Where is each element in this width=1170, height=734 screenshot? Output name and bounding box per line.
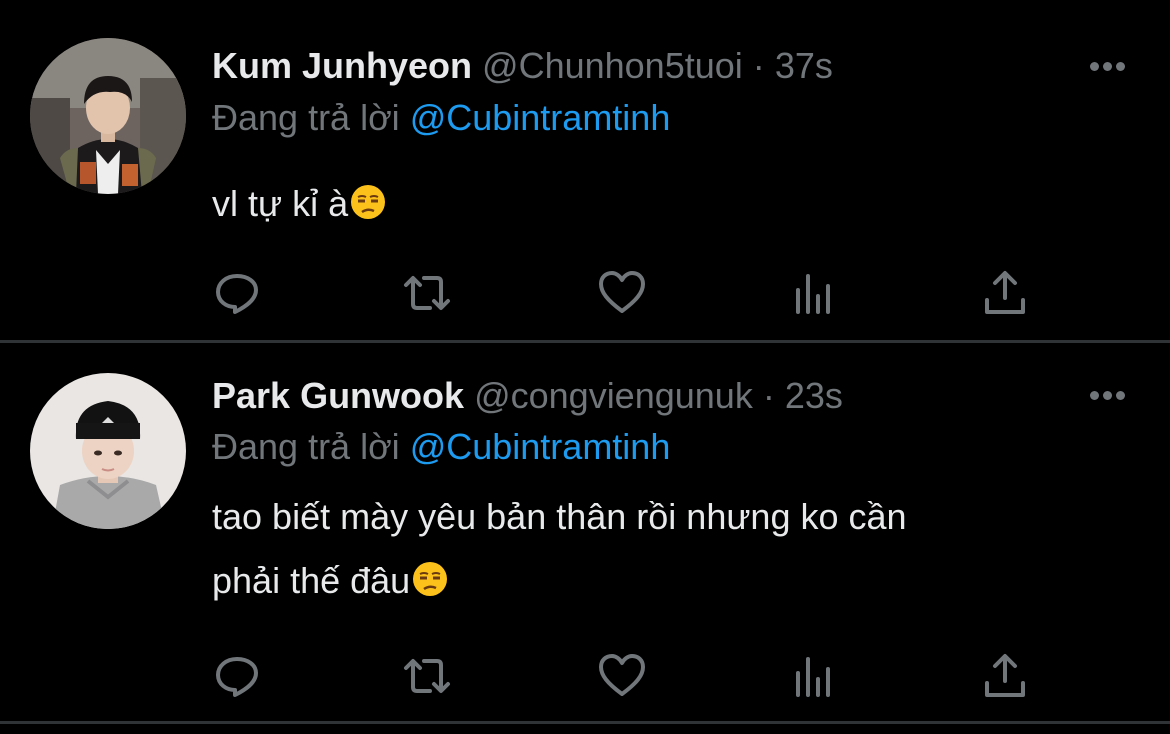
tweet-text-line-with-emoji: phải thế đâu bbox=[212, 549, 1112, 613]
mention-link[interactable]: @Cubintramtinh bbox=[410, 97, 671, 138]
tweet-actions bbox=[212, 651, 1042, 701]
tweet-text-line: phải thế đâu bbox=[212, 560, 411, 601]
tweet-text: tao biết mày yêu bản thân rồi nhưng ko c… bbox=[212, 485, 1112, 613]
display-name[interactable]: Kum Junhyeon bbox=[212, 45, 472, 86]
tweet-text-line: tao biết mày yêu bản thân rồi nhưng ko c… bbox=[212, 496, 907, 537]
more-options-icon[interactable] bbox=[1088, 385, 1128, 405]
more-options-icon[interactable] bbox=[1088, 56, 1128, 76]
tweet[interactable]: Kum Junhyeon @Chunhon5tuoi · 37s Đang tr… bbox=[0, 0, 1170, 340]
avatar[interactable] bbox=[30, 373, 186, 529]
divider bbox=[0, 721, 1170, 724]
timestamp[interactable]: 37s bbox=[775, 45, 833, 86]
unamused-face-emoji-icon bbox=[351, 185, 386, 219]
retweet-icon[interactable] bbox=[402, 268, 452, 318]
avatar[interactable] bbox=[30, 38, 186, 194]
tweet-header: Park Gunwook @congviengunuk · 23s bbox=[212, 374, 843, 418]
analytics-icon[interactable] bbox=[790, 651, 840, 701]
retweet-icon[interactable] bbox=[402, 651, 452, 701]
reply-icon[interactable] bbox=[212, 268, 262, 318]
like-icon[interactable] bbox=[597, 651, 647, 701]
share-icon[interactable] bbox=[980, 651, 1030, 701]
replying-to: Đang trả lời @Cubintramtinh bbox=[212, 96, 670, 140]
tweet-text: vl tự kỉ à bbox=[212, 172, 1112, 236]
tweet-text-content: vl tự kỉ à bbox=[212, 183, 349, 224]
replying-label: Đang trả lời bbox=[212, 97, 400, 138]
tweet-header: Kum Junhyeon @Chunhon5tuoi · 37s bbox=[212, 44, 833, 88]
mention-link[interactable]: @Cubintramtinh bbox=[410, 426, 671, 467]
unamused-face-emoji-icon bbox=[413, 562, 448, 596]
tweet[interactable]: Park Gunwook @congviengunuk · 23s Đang t… bbox=[0, 343, 1170, 721]
avatar-photo bbox=[30, 373, 186, 529]
separator-dot: · bbox=[762, 375, 775, 416]
avatar-photo bbox=[30, 38, 186, 194]
share-icon[interactable] bbox=[980, 268, 1030, 318]
display-name[interactable]: Park Gunwook bbox=[212, 375, 464, 416]
reply-feed: Kum Junhyeon @Chunhon5tuoi · 37s Đang tr… bbox=[0, 0, 1170, 734]
separator-dot: · bbox=[752, 45, 765, 86]
user-handle[interactable]: @Chunhon5tuoi bbox=[482, 45, 743, 86]
timestamp[interactable]: 23s bbox=[785, 375, 843, 416]
replying-label: Đang trả lời bbox=[212, 426, 400, 467]
analytics-icon[interactable] bbox=[790, 268, 840, 318]
like-icon[interactable] bbox=[597, 268, 647, 318]
reply-icon[interactable] bbox=[212, 651, 262, 701]
replying-to: Đang trả lời @Cubintramtinh bbox=[212, 425, 670, 469]
user-handle[interactable]: @congviengunuk bbox=[474, 375, 753, 416]
tweet-actions bbox=[212, 268, 1042, 318]
